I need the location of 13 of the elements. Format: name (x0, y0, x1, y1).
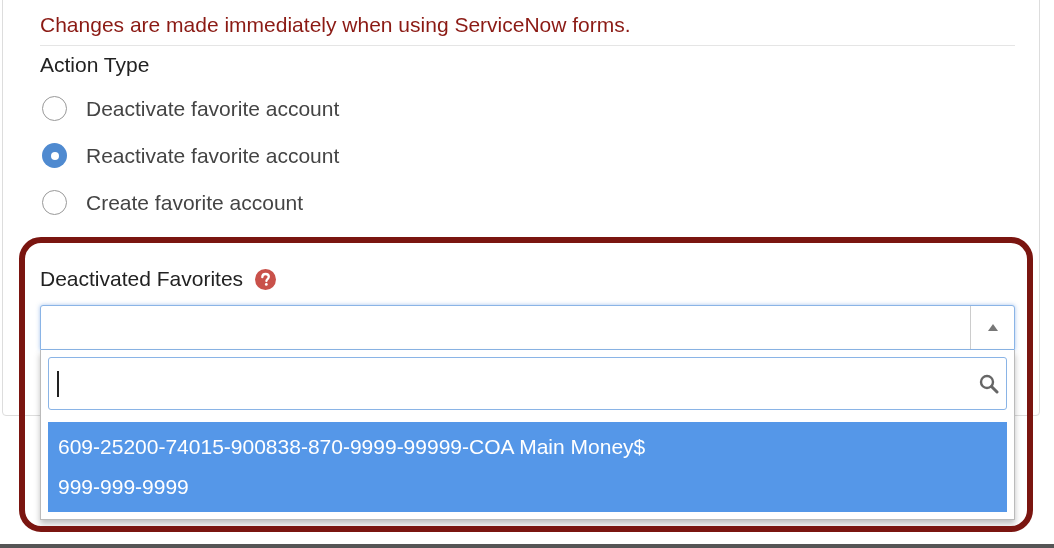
option-label: Reactivate favorite account (86, 142, 340, 169)
text-cursor (57, 370, 59, 397)
option-label: Deactivate favorite account (86, 95, 340, 122)
field-label: Deactivated Favorites (40, 266, 244, 293)
field-label: Action Type (40, 52, 151, 78)
option-label: Create favorite account (86, 189, 304, 216)
search-icon (979, 373, 999, 394)
search-field[interactable] (48, 357, 1007, 410)
dropdown-option[interactable]: 609-25200-74015-900838-870-9999-99999-COA Main Money$ 999-999-9999 (48, 422, 1007, 512)
select-field[interactable] (40, 305, 1015, 350)
caret-up-icon[interactable] (987, 324, 998, 331)
notice-text: Changes are made immediately when using ServiceNow forms. (40, 10, 1015, 46)
help-icon[interactable] (255, 268, 277, 290)
